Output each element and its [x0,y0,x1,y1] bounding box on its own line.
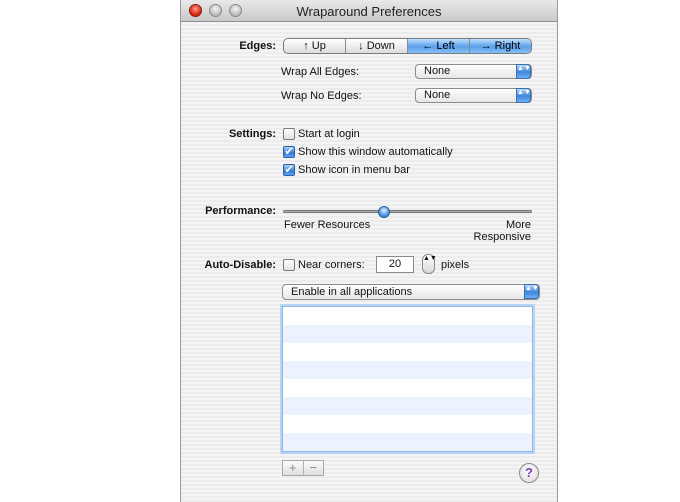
show-icon-checkbox[interactable]: ✔ [283,164,295,176]
remove-application-button[interactable]: − [304,461,324,475]
fewer-resources-label: Fewer Resources [284,219,371,231]
wrap-all-edges-value: None [424,65,451,77]
more-responsive-label: More Responsive [473,219,531,243]
wrap-no-edges-value: None [424,89,451,101]
show-icon-label[interactable]: Show icon in menu bar [298,164,410,176]
application-mode-popup[interactable]: Enable in all applications ▲▼ [282,284,540,300]
show-window-checkbox[interactable]: ✔ [283,146,295,158]
title-bar[interactable]: Wraparound Preferences [181,0,557,22]
list-row[interactable] [283,397,532,415]
edge-up-segment[interactable]: ↑ Up [284,39,346,53]
start-at-login-label[interactable]: Start at login [298,128,360,140]
edge-left-segment[interactable]: ← Left [408,39,470,53]
popup-arrows-icon: ▲▼ [516,88,531,103]
auto-disable-label: Auto-Disable: [204,259,277,271]
show-window-label[interactable]: Show this window automatically [298,146,453,158]
help-button[interactable]: ? [519,463,539,483]
pixels-stepper[interactable]: ▲▼ [422,254,437,274]
edges-label: Edges: [239,40,276,52]
list-row[interactable] [283,343,532,361]
checkmark-icon: ✔ [284,164,294,176]
list-row[interactable] [283,415,532,433]
performance-label: Performance: [205,205,276,217]
pixels-unit-label: pixels [441,259,470,271]
start-at-login-checkbox[interactable] [283,128,295,140]
checkmark-icon: ✔ [284,146,294,158]
popup-arrows-icon: ▲▼ [516,64,531,79]
edges-segmented-control: ↑ Up ↓ Down ← Left → Right [283,38,532,54]
wrap-no-edges-label: Wrap No Edges: [281,90,362,102]
near-corners-label[interactable]: Near corners: [298,259,365,271]
wrap-all-edges-popup[interactable]: None ▲▼ [415,64,532,79]
popup-arrows-icon: ▲▼ [524,284,539,299]
edge-down-segment[interactable]: ↓ Down [346,39,408,53]
list-row[interactable] [283,379,532,397]
near-corners-checkbox[interactable] [283,259,295,271]
list-row[interactable] [283,307,532,325]
edge-right-segment[interactable]: → Right [470,39,531,53]
preferences-window: Wraparound Preferences Edges: ↑ Up ↓ Dow… [180,0,558,502]
list-add-remove-buttons: + − [282,460,324,476]
list-row[interactable] [283,433,532,451]
applications-list[interactable] [282,306,533,452]
list-row[interactable] [283,325,532,343]
performance-slider-knob[interactable] [377,206,390,218]
wrap-all-edges-label: Wrap All Edges: [281,66,360,78]
performance-slider-track[interactable] [283,210,532,213]
add-application-button[interactable]: + [283,461,304,475]
window-title: Wraparound Preferences [296,4,442,19]
application-mode-value: Enable in all applications [291,286,413,298]
settings-label: Settings: [228,128,276,140]
list-row[interactable] [283,361,532,379]
wrap-no-edges-popup[interactable]: None ▲▼ [415,88,532,103]
near-corners-pixels-input[interactable]: 20 [376,256,414,273]
